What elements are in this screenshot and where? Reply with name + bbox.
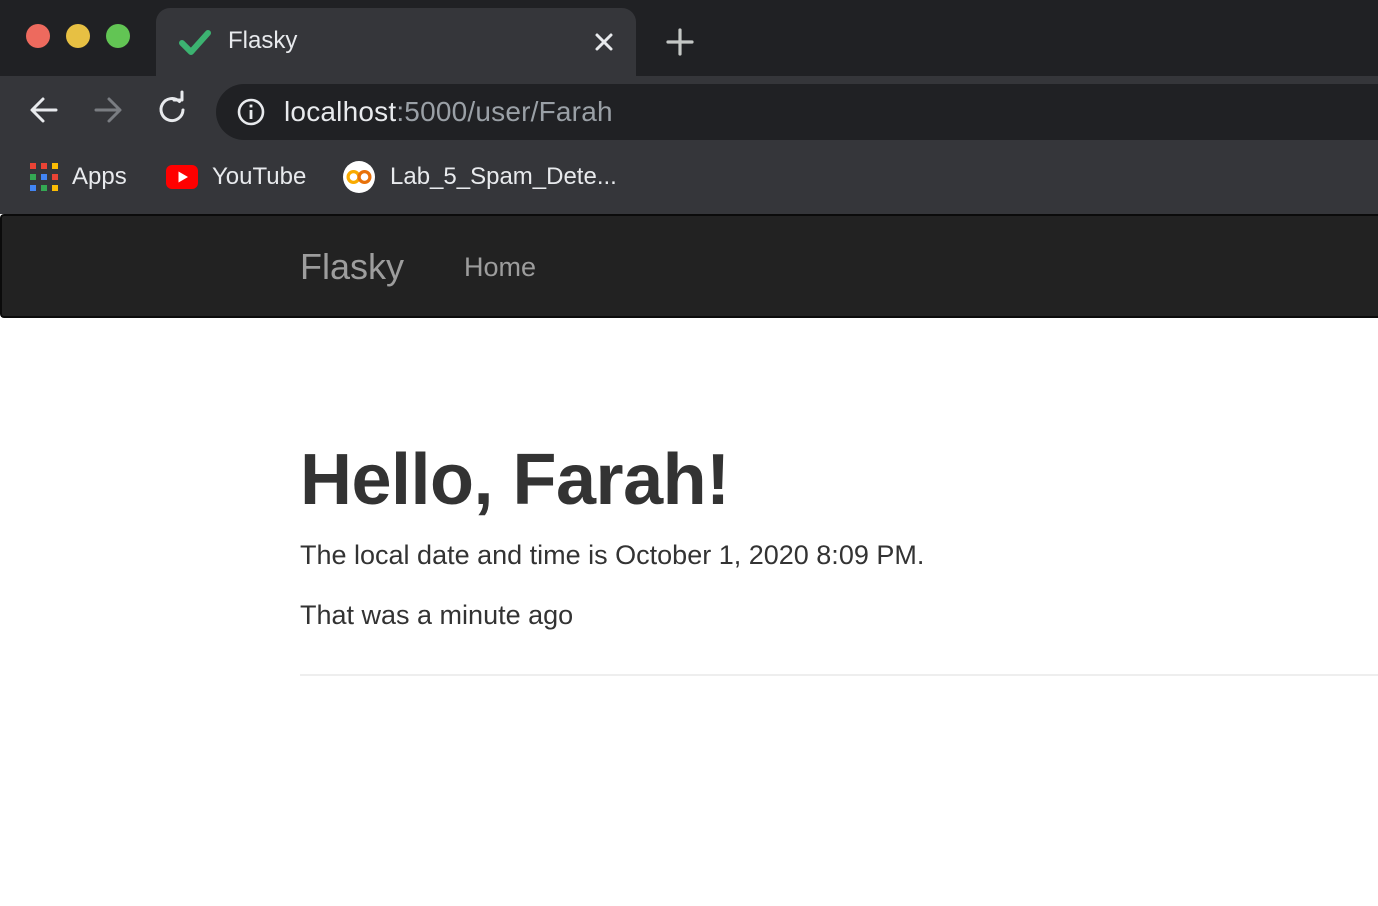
browser-tab-active[interactable]: Flasky	[156, 8, 636, 76]
info-icon[interactable]	[236, 97, 266, 127]
nav-item-home[interactable]: Home	[464, 252, 536, 283]
colab-icon	[343, 161, 375, 193]
tab-title: Flasky	[228, 27, 298, 54]
youtube-icon	[166, 165, 198, 189]
window-minimize-button[interactable]	[66, 24, 90, 48]
browser-tab-strip: Flasky	[0, 0, 1378, 76]
url-host: localhost	[284, 96, 397, 127]
tab-close-icon[interactable]	[588, 26, 620, 58]
apps-grid-icon	[30, 163, 58, 191]
relative-time-text: That was a minute ago	[300, 600, 574, 630]
back-arrow-icon[interactable]	[24, 90, 64, 130]
address-bar[interactable]: localhost:5000/user/Farah	[216, 84, 1378, 140]
bookmark-label: Apps	[72, 163, 127, 190]
navbar-brand[interactable]: Flasky	[300, 246, 404, 288]
bookmark-youtube[interactable]: YouTube	[166, 160, 306, 194]
url-path: :5000/user/Farah	[396, 96, 613, 127]
bookmark-label: YouTube	[212, 163, 307, 190]
bookmark-colab-notebook[interactable]: Lab_5_Spam_Dete...	[342, 160, 617, 194]
page-header: Hello, Farah!	[300, 440, 1378, 520]
browser-toolbar: localhost:5000/user/Farah	[0, 76, 1378, 144]
page-divider	[300, 674, 1378, 676]
site-navbar: Flasky Home	[0, 214, 1378, 318]
green-checkmark-icon	[179, 30, 211, 55]
bookmark-apps[interactable]: Apps	[30, 160, 127, 194]
bookmarks-bar: Apps YouTube Lab_5_Spam_Dete...	[0, 144, 1378, 214]
local-datetime-text: The local date and time is October 1, 20…	[300, 540, 925, 570]
bookmark-label: Lab_5_Spam_Dete...	[390, 163, 617, 190]
reload-icon[interactable]	[152, 90, 192, 130]
url-text[interactable]: localhost:5000/user/Farah	[284, 96, 613, 128]
forward-arrow-icon[interactable]	[88, 90, 128, 130]
new-tab-plus-icon[interactable]	[662, 24, 698, 60]
window-maximize-button[interactable]	[106, 24, 130, 48]
greeting-heading: Hello, Farah!	[300, 440, 730, 520]
window-close-button[interactable]	[26, 24, 50, 48]
